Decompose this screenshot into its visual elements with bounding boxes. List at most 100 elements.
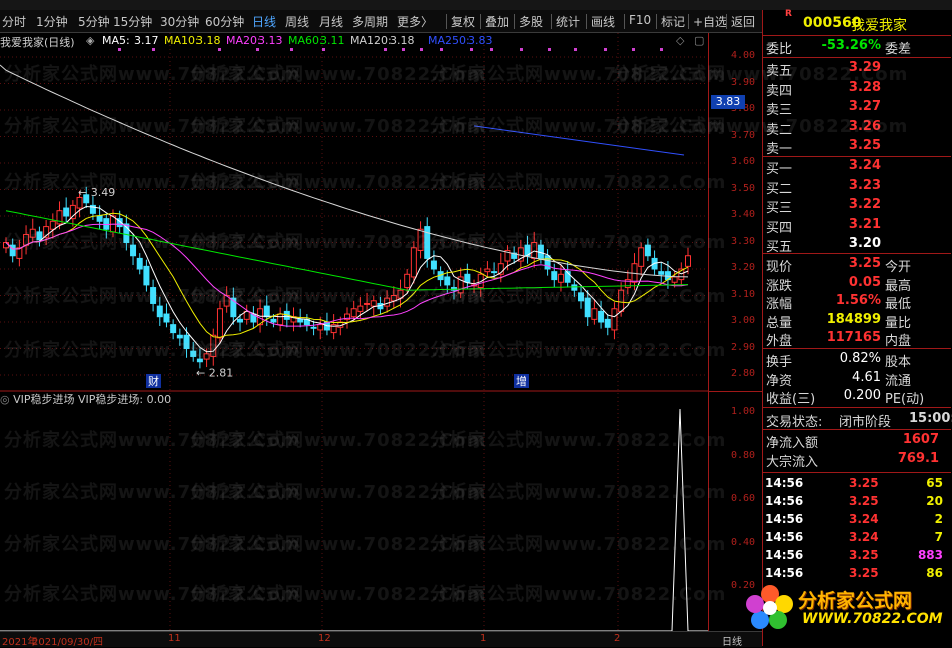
toolbar-tab-10[interactable]: 更多〉 — [397, 13, 433, 30]
indicator-axis-label: 0.80 — [731, 449, 756, 461]
quote-row-1: 涨跌 0.05 最高 — [763, 275, 951, 294]
site-logo: 分析家公式网 WWW.70822.COM — [740, 580, 943, 632]
flow-label: 大宗流入 — [766, 455, 819, 470]
buy-level-4: 买四 3.21 — [763, 216, 951, 236]
watermark: 分析家公式网www.70822.Com — [430, 584, 727, 605]
price-axis-label: 2.90 — [731, 341, 756, 353]
toolbar-button-2[interactable]: 多股 — [519, 13, 543, 30]
buy-level-5: 买五 3.20 — [763, 236, 951, 255]
tick-price: 3.25 — [849, 548, 879, 562]
toolbar-tab-1[interactable]: 1分钟 — [36, 13, 68, 30]
panel-divider — [763, 57, 951, 58]
toolbar-tab-6[interactable]: 日线 — [252, 13, 276, 30]
candle-body — [277, 313, 284, 326]
price-axis-label: 3.00 — [731, 315, 756, 326]
weibi-label: 委比 — [766, 42, 793, 57]
r-badge-icon: R — [785, 9, 792, 19]
tick-time: 14:56 — [765, 548, 804, 562]
quote-label: 涨幅 — [766, 297, 793, 312]
indicator-settings-icon[interactable]: ◎ — [0, 393, 13, 406]
quote-label: 涨跌 — [766, 278, 793, 294]
buy-level-price: 3.21 — [848, 216, 881, 232]
indicator-header: ◎ VIP稳步进场 VIP稳步进场: 0.00 — [0, 391, 708, 406]
candle-body — [270, 318, 277, 323]
fin-label-right: PE(动) — [885, 392, 925, 407]
tick-time: 14:56 — [765, 512, 804, 526]
buy-level-label: 买二 — [766, 181, 793, 197]
toolbar-tab-9[interactable]: 多周期 — [352, 13, 388, 30]
toolbar-button-3[interactable]: 统计 — [556, 13, 580, 30]
toolbar-button-8[interactable]: 返回 — [731, 13, 755, 30]
price-axis-label: 3.50 — [731, 182, 756, 194]
toolbar-tab-8[interactable]: 月线 — [319, 13, 343, 30]
price-axis-label: 2.80 — [731, 368, 756, 379]
sell-level-1: 卖一 3.25 — [763, 138, 951, 157]
tick-row: 14:56 3.25 20 — [763, 494, 951, 512]
toolbar-tab-0[interactable]: 分时 — [2, 13, 26, 30]
tick-time: 14:56 — [765, 530, 804, 544]
candle-body — [170, 324, 177, 334]
candle-body — [604, 318, 611, 328]
tick-volume: 2 — [934, 512, 943, 526]
quote-row-0: 现价 3.25 今开 — [763, 256, 951, 275]
toolbar-button-1[interactable]: 叠加 — [485, 13, 509, 30]
signal-dot — [520, 48, 523, 51]
toolbar-tab-2[interactable]: 5分钟 — [78, 13, 110, 30]
indicator-axis-label: 0.40 — [731, 536, 756, 548]
panel-divider — [763, 407, 951, 408]
signal-dot — [322, 48, 325, 51]
top-header-strip — [0, 0, 952, 10]
candle-body — [591, 308, 598, 320]
quote-row-2: 涨幅 1.56% 最低 — [763, 293, 951, 312]
stock-period-label: 我爱我家(日线) — [0, 36, 75, 49]
tick-time: 14:56 — [765, 494, 804, 508]
candle-body — [297, 318, 304, 323]
candle-body — [63, 207, 70, 217]
quote-label-right: 最低 — [885, 297, 912, 312]
fin-label-right: 流通 — [885, 373, 912, 389]
toolbar-button-0[interactable]: 复权 — [451, 13, 475, 30]
buy-level-price: 3.24 — [848, 158, 881, 173]
signal-dot — [470, 48, 473, 51]
event-badge-zeng-label: 增 — [516, 374, 527, 388]
watermark: 分析家公式网www.70822.Com — [612, 64, 909, 85]
tick-volume: 86 — [926, 566, 943, 580]
quote-label: 总量 — [766, 315, 793, 331]
chevron-down-icon[interactable]: ◈ — [86, 34, 94, 47]
fin-label: 收益(三) — [766, 392, 816, 407]
flower-logo-icon — [746, 585, 793, 629]
event-badge-cai-label: 财 — [148, 374, 159, 388]
tick-price: 3.25 — [849, 494, 879, 508]
signal-dot — [604, 48, 607, 51]
fin-row-1: 净资 4.61 流通 — [763, 370, 951, 389]
flow-row-0: 净流入额 1607 — [763, 432, 951, 451]
toolbar-separator — [586, 14, 587, 29]
watermark: 分析家公式网www.70822.Com — [430, 534, 727, 555]
logo-url: WWW.70822.COM — [802, 611, 943, 627]
buy-level-2: 买二 3.23 — [763, 178, 951, 197]
candle-body — [611, 308, 618, 331]
trade-status-label: 交易状态: — [766, 415, 823, 430]
buy-level-1: 买一 3.24 — [763, 158, 951, 177]
signal-dot — [420, 48, 423, 51]
maximize-icon[interactable]: ▢ — [694, 34, 704, 47]
toolbar-button-7[interactable]: +自选 — [693, 13, 727, 30]
toolbar-tab-4[interactable]: 30分钟 — [160, 13, 199, 30]
watermark: 分析家公式网www.70822.Com — [430, 232, 727, 253]
quote-value: 3.25 — [848, 256, 881, 271]
ma-value-3: 3.11 — [320, 34, 345, 47]
date-axis: 2021年 2021/09/30/四 11 12 1 2 日线 — [0, 631, 762, 648]
toolbar-tab-5[interactable]: 60分钟 — [205, 13, 244, 30]
diamond-icon[interactable]: ◇ — [676, 34, 684, 47]
trade-status-row: 交易状态: 闭市阶段 15:00: — [763, 411, 952, 430]
signal-dot — [402, 48, 405, 51]
signal-dot — [384, 48, 387, 51]
toolbar-tab-7[interactable]: 周线 — [285, 13, 309, 30]
signal-dot — [440, 48, 443, 51]
toolbar-button-6[interactable]: 标记 — [661, 13, 685, 30]
toolbar-tab-3[interactable]: 15分钟 — [113, 13, 152, 30]
candle-body — [136, 257, 143, 270]
toolbar-button-4[interactable]: 画线 — [591, 13, 615, 30]
fin-label: 净资 — [766, 373, 793, 389]
toolbar-button-5[interactable]: F10 — [629, 13, 651, 27]
